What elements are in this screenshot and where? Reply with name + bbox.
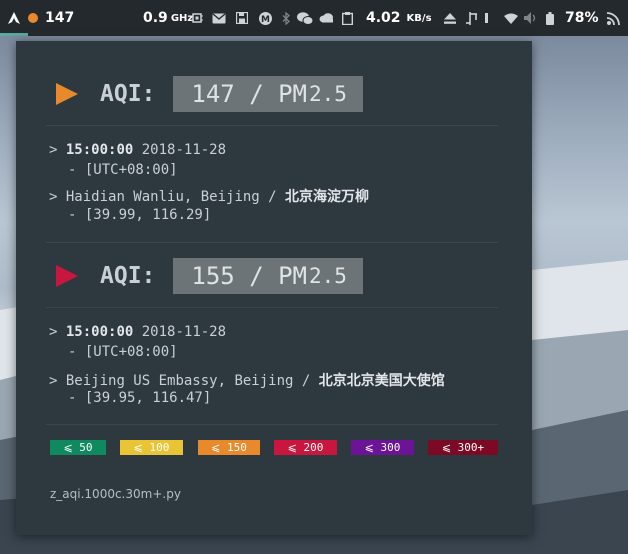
aqi-level-arrow-icon (56, 83, 78, 105)
prompt-char: > (49, 142, 58, 158)
divider (46, 125, 498, 126)
mastodon-icon[interactable]: M (259, 0, 272, 36)
legend-level-6: ⩽ 300+ (428, 440, 498, 455)
location-line: > Haidian Wanliu, Beijing / 北京海淀万柳 (49, 186, 369, 206)
clipboard-icon[interactable] (342, 0, 353, 36)
location-line: > Beijing US Embassy, Beijing / 北京北京美国大使… (49, 370, 445, 390)
aqi-value-text: 155 / PM (191, 262, 307, 290)
aqi-level-arrow-icon (56, 265, 78, 287)
cloud-icon[interactable] (319, 0, 334, 36)
divider (46, 307, 498, 308)
coordinates-line: - [39.99, 116.29] (68, 207, 212, 223)
topbar-aqi-value[interactable]: 147 (45, 0, 74, 36)
usb-icon[interactable] (466, 0, 479, 36)
timestamp-line: > 15:00:00 2018-11-28 (49, 324, 226, 340)
volume-icon[interactable] (524, 0, 538, 36)
coordinates-line: - [39.95, 116.47] (68, 390, 212, 406)
top-panel: 147 0.9 GHz M 4.02 KB/s 78% (0, 0, 628, 36)
legend-level-2: ⩽ 100 (120, 440, 183, 455)
location-cn: 北京海淀万柳 (285, 189, 370, 205)
network-speed[interactable]: 4.02 KB/s (366, 0, 432, 36)
prompt-char: > (49, 373, 58, 389)
legend-level-4: ⩽ 200 (274, 440, 337, 455)
date-text: 2018-11-28 (141, 142, 227, 158)
cpu-frequency[interactable]: 0.9 GHz (143, 0, 193, 36)
battery-percentage[interactable]: 78% (565, 0, 599, 36)
net-speed-value: 4.02 (366, 10, 401, 26)
battery-icon[interactable] (546, 0, 554, 36)
pm-subscript: 2.5 (308, 264, 347, 288)
arch-logo-icon[interactable] (8, 0, 20, 36)
aqi-value-box: 155 / PM 2.5 (173, 258, 363, 294)
chip-icon[interactable] (191, 0, 203, 36)
location-en: Haidian Wanliu, Beijing / (65, 189, 277, 205)
net-speed-unit: KB/s (406, 12, 432, 24)
keyboard-indicator (484, 0, 490, 36)
time-text: 15:00:00 (65, 324, 134, 340)
aqi-value-box: 147 / PM 2.5 (173, 76, 363, 112)
legend-level-1: ⩽ 50 (50, 440, 106, 455)
prompt-char: > (49, 324, 58, 340)
wechat-icon[interactable] (297, 0, 313, 36)
script-filename: z_aqi.1000c.30m+.py (50, 487, 181, 501)
cpu-freq-unit: GHz (170, 12, 194, 24)
timezone-line: - [UTC+08:00] (68, 162, 178, 178)
wifi-icon[interactable] (504, 0, 518, 36)
mail-icon[interactable] (212, 0, 226, 36)
rss-icon[interactable] (607, 0, 620, 36)
legend-level-3: ⩽ 150 (198, 440, 260, 455)
aqi-value-text: 147 / PM (191, 80, 307, 108)
bluetooth-icon[interactable] (282, 0, 290, 36)
aqi-popup: AQI: 147 / PM 2.5 > 15:00:00 2018-11-28 -… (16, 41, 532, 535)
time-text: 15:00:00 (65, 142, 134, 158)
cpu-freq-value: 0.9 (143, 10, 168, 26)
aqi-label: AQI: (100, 263, 156, 289)
divider (46, 424, 498, 425)
aqi-header-1: AQI: 147 / PM 2.5 (56, 76, 363, 112)
aqi-label: AQI: (100, 81, 156, 107)
prompt-char: > (49, 189, 58, 205)
timestamp-line: > 15:00:00 2018-11-28 (49, 142, 226, 158)
divider (46, 242, 498, 243)
location-en: Beijing US Embassy, Beijing / (65, 373, 311, 389)
pm-subscript: 2.5 (308, 82, 347, 106)
date-text: 2018-11-28 (141, 324, 227, 340)
save-icon[interactable] (236, 0, 248, 36)
legend-level-5: ⩽ 300 (351, 440, 414, 455)
aqi-header-2: AQI: 155 / PM 2.5 (56, 258, 363, 294)
svg-text:M: M (261, 15, 270, 25)
location-cn: 北京北京美国大使馆 (318, 373, 445, 389)
timezone-line: - [UTC+08:00] (68, 344, 178, 360)
status-dot-icon (28, 0, 38, 36)
eject-icon[interactable] (444, 0, 456, 36)
